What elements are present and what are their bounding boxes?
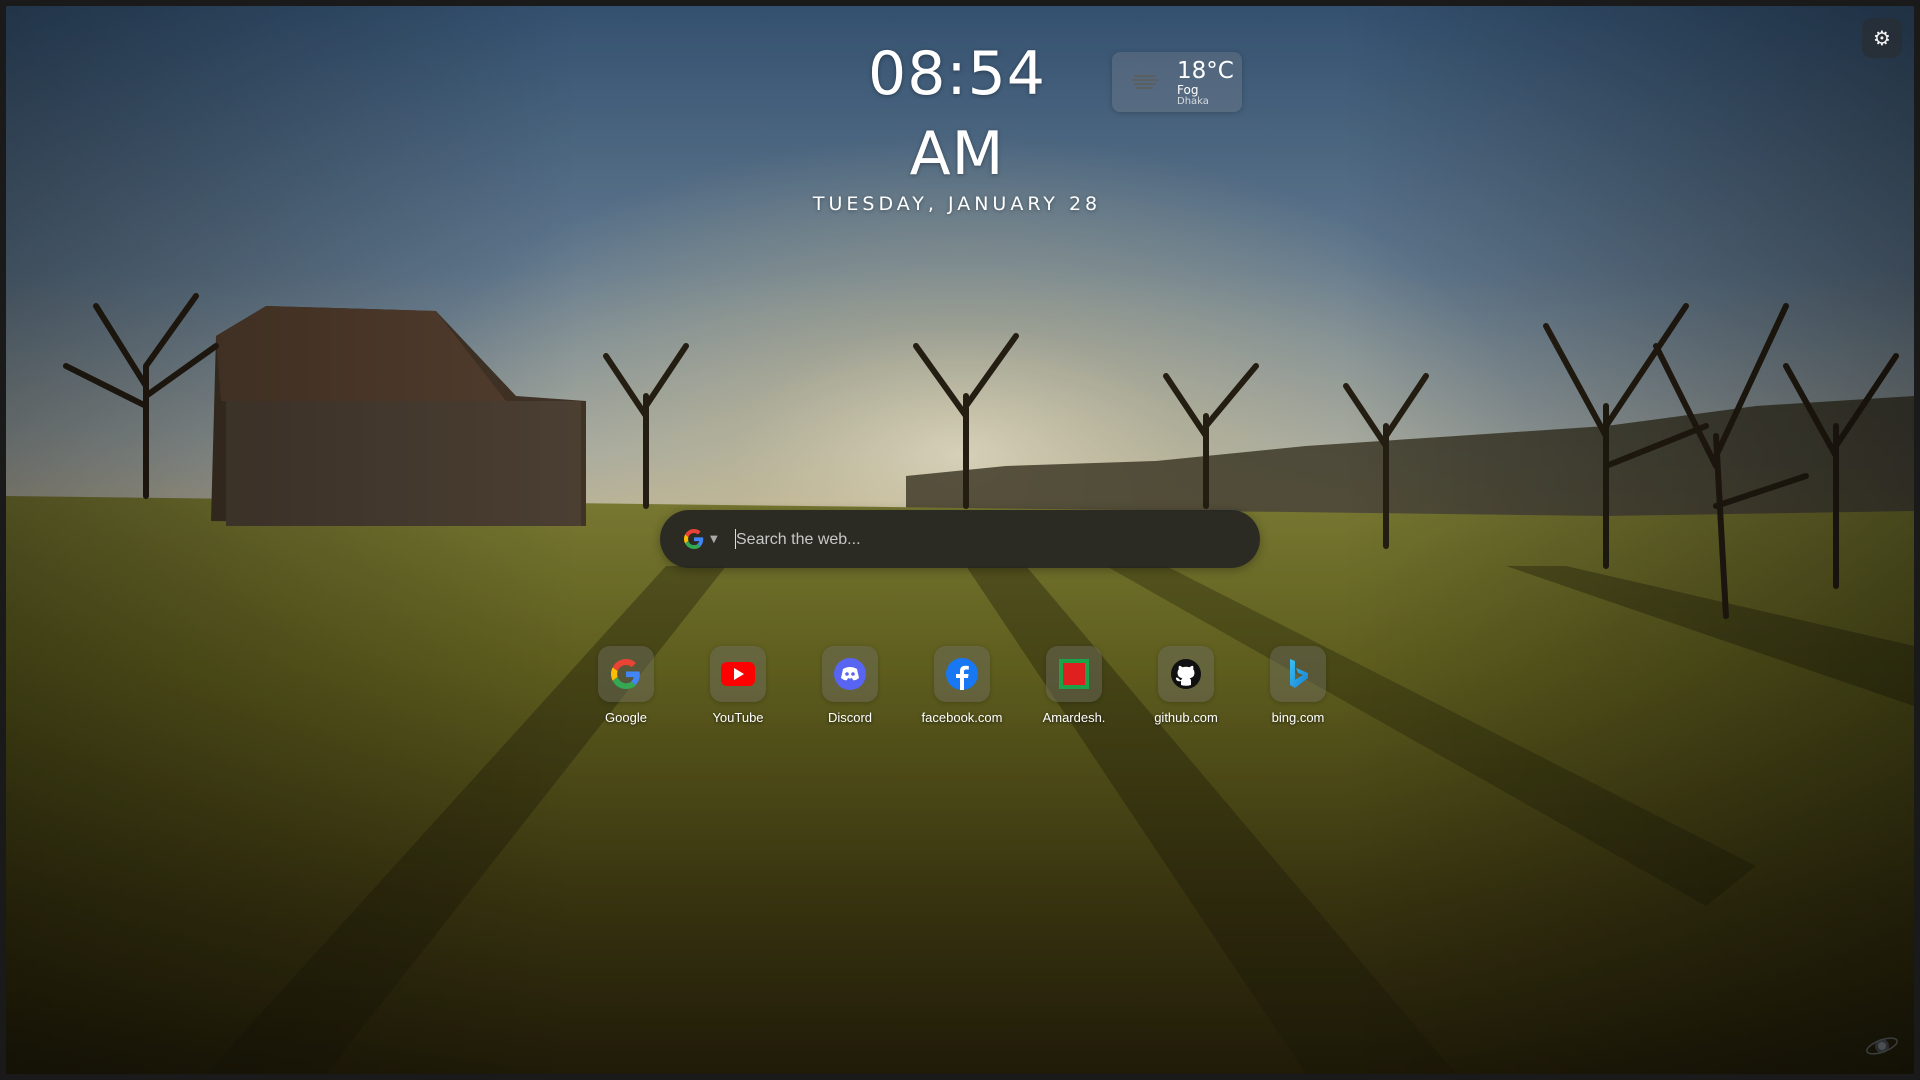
- google-icon: [684, 529, 704, 549]
- orbit-icon: [1866, 1037, 1898, 1055]
- new-tab-page: ⚙ 08:54 AM TUESDAY, JANUARY 28 18°C Fog …: [0, 0, 1920, 1080]
- shortcut-google[interactable]: Google: [570, 646, 682, 726]
- search-input[interactable]: [734, 522, 1238, 558]
- shortcut-tile: [934, 646, 990, 702]
- shortcut-youtube[interactable]: YouTube: [682, 646, 794, 726]
- shortcut-github[interactable]: github.com: [1130, 646, 1242, 726]
- chevron-down-icon: ▼: [710, 533, 718, 545]
- shortcut-amardesh[interactable]: Amardesh.: [1018, 646, 1130, 726]
- shortcut-tile: [710, 646, 766, 702]
- shortcut-tile: [1158, 646, 1214, 702]
- shortcut-label: bing.com: [1271, 710, 1325, 725]
- weather-city: Dhaka: [1177, 96, 1209, 107]
- shortcut-bing[interactable]: bing.com: [1242, 646, 1354, 726]
- shortcut-tile: [598, 646, 654, 702]
- search-bar: ▼: [660, 510, 1260, 568]
- clock-date: TUESDAY, JANUARY 28: [812, 193, 1102, 215]
- facebook-icon: [946, 658, 978, 690]
- shortcut-label: YouTube: [712, 710, 764, 725]
- shortcut-tile: [1270, 646, 1326, 702]
- shortcut-tile: [1046, 646, 1102, 702]
- weather-condition: Fog: [1177, 83, 1199, 97]
- fog-icon: [1132, 75, 1158, 89]
- shortcuts-grid: Google YouTube Discord facebook.com Amar…: [570, 646, 1350, 736]
- weather-temperature: 18°C: [1177, 58, 1234, 84]
- shortcut-label: Amardesh.: [1042, 710, 1106, 725]
- shortcut-facebook[interactable]: facebook.com: [906, 646, 1018, 726]
- search-engine-selector[interactable]: ▼: [684, 525, 728, 553]
- settings-button[interactable]: ⚙: [1862, 18, 1902, 58]
- clock-time: 08:54 AM: [868, 39, 1046, 189]
- shortcut-label: facebook.com: [921, 710, 1003, 725]
- clock-widget: 08:54 AM TUESDAY, JANUARY 28: [812, 34, 1102, 216]
- shortcut-label: github.com: [1154, 710, 1218, 725]
- shortcut-discord[interactable]: Discord: [794, 646, 906, 726]
- weather-widget[interactable]: 18°C Fog Dhaka: [1112, 52, 1242, 112]
- youtube-icon: [721, 662, 755, 686]
- shortcut-label: Discord: [827, 710, 873, 725]
- gear-icon: ⚙: [1873, 26, 1891, 50]
- corner-launcher-button[interactable]: [1862, 1026, 1902, 1066]
- shortcut-tile: [822, 646, 878, 702]
- bing-icon: [1290, 659, 1308, 688]
- google-icon: [611, 659, 640, 689]
- shortcut-label: Google: [605, 710, 647, 725]
- amardesh-icon: [1059, 659, 1089, 689]
- github-icon: [1171, 659, 1201, 689]
- discord-icon: [834, 658, 866, 690]
